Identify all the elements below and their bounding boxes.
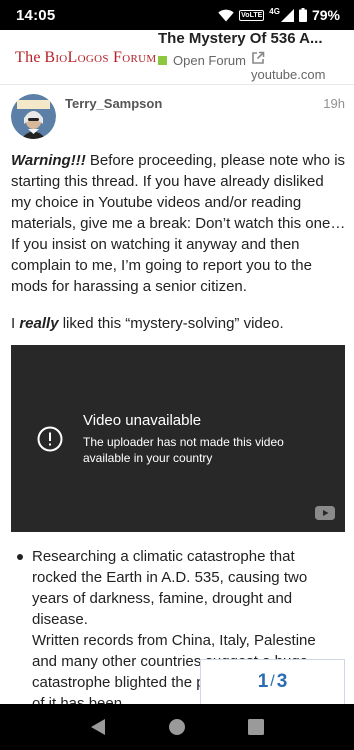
category-color-icon [158,56,167,65]
recents-icon [248,719,265,735]
post-time[interactable]: 19h [323,96,345,111]
system-nav-bar [0,704,354,750]
video-message: The uploader has not made this video ava… [83,435,284,465]
avatar-image [11,94,56,139]
external-link-icon[interactable] [251,51,265,65]
nav-back-button[interactable] [88,717,108,737]
logo-main: BioLogos Forum [44,49,157,66]
status-icons: VoLTE 4G 79% [218,7,340,23]
user-avatar[interactable] [11,94,56,139]
progress-total: 3 [276,671,288,692]
liked-paragraph: I really liked this “mystery-solving” vi… [11,313,347,334]
source-url[interactable]: youtube.com [251,67,325,82]
nav-recents-button[interactable] [246,717,266,737]
battery-icon [298,8,307,22]
nav-home-button[interactable] [167,717,187,737]
network-type: 4G [269,6,280,16]
topic-progress[interactable]: 1 / 3 [200,659,345,704]
logo-prefix: The [15,49,41,66]
wifi-icon [218,9,234,21]
back-icon [90,719,105,735]
liked-suffix: liked this “mystery-solving” video. [58,315,284,332]
liked-emphasis: really [19,315,59,332]
status-bar: 14:05 VoLTE 4G 79% [0,0,354,30]
home-icon [168,719,185,735]
warning-text: Before proceeding, please note who is st… [11,152,346,295]
status-time: 14:05 [16,6,56,24]
category-badge[interactable]: Open Forum [158,53,246,68]
site-logo[interactable]: The BioLogos Forum [15,49,156,67]
progress-current: 1 [257,671,269,692]
video-title: Video unavailable [83,412,202,429]
battery-percent: 79% [311,7,340,23]
header-divider [0,84,354,85]
category-name: Open Forum [173,53,246,68]
topic-header: The BioLogos Forum The Mystery Of 536 A.… [0,30,354,84]
list-item-text: Researching a climatic catastrophe that … [32,548,308,628]
video-embed[interactable]: Video unavailable The uploader has not m… [11,345,345,532]
post-body: Warning!!! Before proceeding, please not… [11,150,347,350]
volte-badge: VoLTE [239,9,265,21]
topic-title[interactable]: The Mystery Of 536 A... [158,30,323,47]
warning-paragraph: Warning!!! Before proceeding, please not… [11,150,347,297]
signal-icon [280,8,294,22]
alert-icon [37,426,63,452]
warning-label: Warning!!! [11,152,86,169]
progress-separator: / [270,673,275,690]
youtube-icon[interactable] [315,506,335,520]
post-username[interactable]: Terry_Sampson [65,96,162,111]
